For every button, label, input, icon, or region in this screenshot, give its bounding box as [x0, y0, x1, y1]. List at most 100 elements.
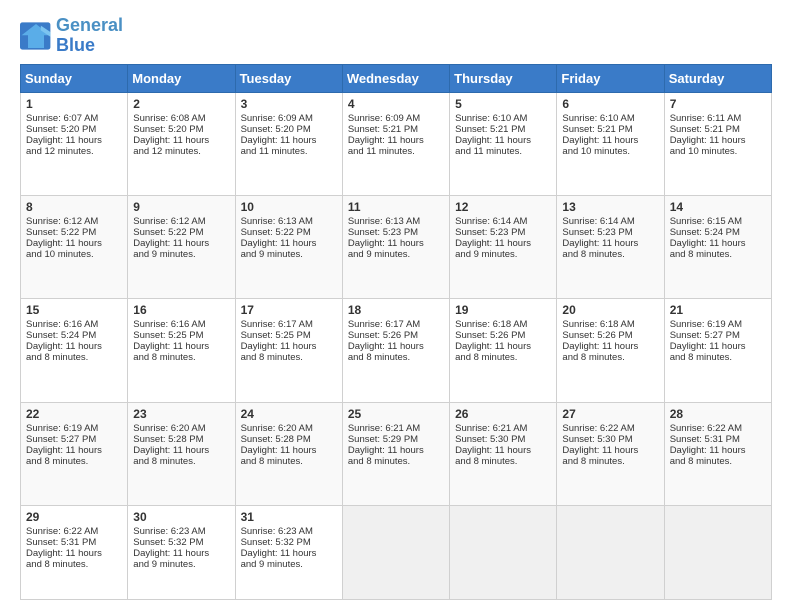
daylight-minutes: and 8 minutes. [670, 249, 732, 260]
sunrise-label: Sunrise: 6:17 AM [348, 319, 420, 330]
day-number: 21 [670, 303, 766, 317]
calendar-cell: 17Sunrise: 6:17 AMSunset: 5:25 PMDayligh… [235, 299, 342, 402]
sunset-label: Sunset: 5:28 PM [241, 434, 311, 445]
sunrise-label: Sunrise: 6:15 AM [670, 216, 742, 227]
day-number: 13 [562, 200, 658, 214]
day-number: 4 [348, 97, 444, 111]
sunset-label: Sunset: 5:23 PM [348, 227, 418, 238]
day-number: 9 [133, 200, 229, 214]
daylight-minutes: and 8 minutes. [455, 352, 517, 363]
sunset-label: Sunset: 5:20 PM [133, 124, 203, 135]
calendar-cell: 31Sunrise: 6:23 AMSunset: 5:32 PMDayligh… [235, 506, 342, 600]
calendar-header-tuesday: Tuesday [235, 64, 342, 92]
daylight-minutes: and 8 minutes. [241, 456, 303, 467]
calendar-week-5: 29Sunrise: 6:22 AMSunset: 5:31 PMDayligh… [21, 506, 772, 600]
daylight-label: Daylight: 11 hours [133, 135, 209, 146]
calendar-cell: 2Sunrise: 6:08 AMSunset: 5:20 PMDaylight… [128, 92, 235, 195]
daylight-label: Daylight: 11 hours [241, 238, 317, 249]
sunrise-label: Sunrise: 6:21 AM [455, 423, 527, 434]
sunrise-label: Sunrise: 6:20 AM [133, 423, 205, 434]
calendar-cell: 14Sunrise: 6:15 AMSunset: 5:24 PMDayligh… [664, 195, 771, 298]
daylight-minutes: and 8 minutes. [26, 456, 88, 467]
daylight-label: Daylight: 11 hours [455, 135, 531, 146]
daylight-label: Daylight: 11 hours [26, 445, 102, 456]
calendar-cell: 29Sunrise: 6:22 AMSunset: 5:31 PMDayligh… [21, 506, 128, 600]
calendar-cell: 5Sunrise: 6:10 AMSunset: 5:21 PMDaylight… [450, 92, 557, 195]
sunrise-label: Sunrise: 6:22 AM [562, 423, 634, 434]
sunrise-label: Sunrise: 6:17 AM [241, 319, 313, 330]
daylight-label: Daylight: 11 hours [562, 341, 638, 352]
day-number: 17 [241, 303, 337, 317]
daylight-label: Daylight: 11 hours [133, 548, 209, 559]
sunset-label: Sunset: 5:30 PM [455, 434, 525, 445]
sunrise-label: Sunrise: 6:16 AM [26, 319, 98, 330]
sunset-label: Sunset: 5:22 PM [26, 227, 96, 238]
daylight-label: Daylight: 11 hours [348, 135, 424, 146]
sunrise-label: Sunrise: 6:07 AM [26, 113, 98, 124]
daylight-minutes: and 8 minutes. [26, 352, 88, 363]
daylight-minutes: and 9 minutes. [133, 249, 195, 260]
sunset-label: Sunset: 5:21 PM [670, 124, 740, 135]
sunset-label: Sunset: 5:27 PM [670, 330, 740, 341]
daylight-label: Daylight: 11 hours [26, 548, 102, 559]
sunrise-label: Sunrise: 6:10 AM [455, 113, 527, 124]
sunset-label: Sunset: 5:20 PM [26, 124, 96, 135]
calendar-cell: 13Sunrise: 6:14 AMSunset: 5:23 PMDayligh… [557, 195, 664, 298]
day-number: 20 [562, 303, 658, 317]
sunset-label: Sunset: 5:25 PM [133, 330, 203, 341]
daylight-minutes: and 11 minutes. [348, 146, 415, 157]
calendar-cell: 27Sunrise: 6:22 AMSunset: 5:30 PMDayligh… [557, 402, 664, 505]
sunrise-label: Sunrise: 6:23 AM [133, 526, 205, 537]
sunset-label: Sunset: 5:23 PM [562, 227, 632, 238]
daylight-minutes: and 12 minutes. [26, 146, 94, 157]
sunset-label: Sunset: 5:31 PM [670, 434, 740, 445]
daylight-label: Daylight: 11 hours [26, 135, 102, 146]
day-number: 15 [26, 303, 122, 317]
daylight-minutes: and 8 minutes. [133, 352, 195, 363]
calendar-header-friday: Friday [557, 64, 664, 92]
calendar-cell: 18Sunrise: 6:17 AMSunset: 5:26 PMDayligh… [342, 299, 449, 402]
sunset-label: Sunset: 5:22 PM [133, 227, 203, 238]
daylight-label: Daylight: 11 hours [670, 341, 746, 352]
daylight-label: Daylight: 11 hours [241, 445, 317, 456]
sunrise-label: Sunrise: 6:11 AM [670, 113, 742, 124]
calendar-cell: 6Sunrise: 6:10 AMSunset: 5:21 PMDaylight… [557, 92, 664, 195]
day-number: 24 [241, 407, 337, 421]
sunrise-label: Sunrise: 6:09 AM [348, 113, 420, 124]
sunrise-label: Sunrise: 6:12 AM [133, 216, 205, 227]
calendar-cell: 10Sunrise: 6:13 AMSunset: 5:22 PMDayligh… [235, 195, 342, 298]
calendar-cell: 24Sunrise: 6:20 AMSunset: 5:28 PMDayligh… [235, 402, 342, 505]
day-number: 3 [241, 97, 337, 111]
sunset-label: Sunset: 5:26 PM [562, 330, 632, 341]
day-number: 5 [455, 97, 551, 111]
calendar-header-monday: Monday [128, 64, 235, 92]
sunset-label: Sunset: 5:24 PM [26, 330, 96, 341]
calendar-cell: 7Sunrise: 6:11 AMSunset: 5:21 PMDaylight… [664, 92, 771, 195]
sunrise-label: Sunrise: 6:23 AM [241, 526, 313, 537]
daylight-minutes: and 9 minutes. [133, 559, 195, 570]
day-number: 1 [26, 97, 122, 111]
daylight-minutes: and 8 minutes. [670, 352, 732, 363]
day-number: 27 [562, 407, 658, 421]
sunrise-label: Sunrise: 6:13 AM [241, 216, 313, 227]
calendar-cell: 16Sunrise: 6:16 AMSunset: 5:25 PMDayligh… [128, 299, 235, 402]
daylight-label: Daylight: 11 hours [26, 341, 102, 352]
sunset-label: Sunset: 5:26 PM [455, 330, 525, 341]
calendar-cell [557, 506, 664, 600]
daylight-label: Daylight: 11 hours [241, 135, 317, 146]
day-number: 23 [133, 407, 229, 421]
daylight-minutes: and 9 minutes. [241, 249, 303, 260]
calendar-cell: 21Sunrise: 6:19 AMSunset: 5:27 PMDayligh… [664, 299, 771, 402]
calendar-cell: 26Sunrise: 6:21 AMSunset: 5:30 PMDayligh… [450, 402, 557, 505]
calendar-cell: 22Sunrise: 6:19 AMSunset: 5:27 PMDayligh… [21, 402, 128, 505]
sunrise-label: Sunrise: 6:19 AM [26, 423, 98, 434]
daylight-label: Daylight: 11 hours [562, 445, 638, 456]
daylight-label: Daylight: 11 hours [26, 238, 102, 249]
daylight-label: Daylight: 11 hours [348, 341, 424, 352]
daylight-label: Daylight: 11 hours [562, 135, 638, 146]
daylight-minutes: and 8 minutes. [133, 456, 195, 467]
header: General Blue [20, 16, 772, 56]
calendar-header-thursday: Thursday [450, 64, 557, 92]
day-number: 14 [670, 200, 766, 214]
calendar-cell: 11Sunrise: 6:13 AMSunset: 5:23 PMDayligh… [342, 195, 449, 298]
